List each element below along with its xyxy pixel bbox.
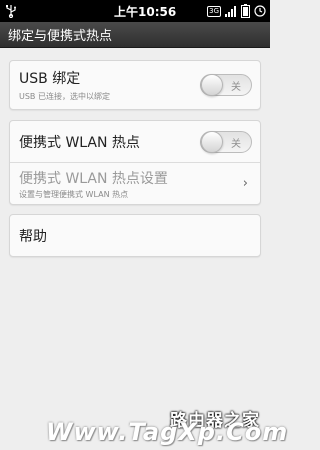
toggle-knob — [201, 130, 223, 153]
wlan-hotspot-settings-row[interactable]: 便携式 WLAN 热点设置 设置与管理便携式 WLAN 热点 › — [10, 162, 260, 204]
wlan-hotspot-toggle[interactable]: 关 — [200, 130, 252, 153]
page-title: 绑定与便携式热点 — [8, 29, 113, 44]
usb-tethering-row[interactable]: USB 绑定 USB 已连接，选中以绑定 关 — [10, 61, 260, 109]
wlan-hotspot-settings-label: 便携式 WLAN 热点设置 — [19, 170, 168, 187]
battery-icon — [241, 4, 250, 18]
toggle-state-label: 关 — [231, 138, 241, 150]
help-card: 帮助 — [9, 214, 261, 257]
status-time: 上午10:56 — [114, 4, 177, 19]
chevron-right-icon: › — [242, 175, 248, 191]
status-icons: 3G — [207, 4, 266, 18]
signal-icon — [225, 5, 236, 17]
status-bar: 上午10:56 3G — [0, 0, 270, 22]
usb-tethering-card: USB 绑定 USB 已连接，选中以绑定 关 — [9, 60, 261, 110]
wlan-hotspot-row[interactable]: 便携式 WLAN 热点 关 — [10, 121, 260, 162]
usb-tethering-toggle[interactable]: 关 — [200, 74, 252, 96]
wlan-hotspot-settings-summary: 设置与管理便携式 WLAN 热点 — [19, 189, 129, 199]
wlan-hotspot-card: 便携式 WLAN 热点 关 便携式 WLAN 热点设置 设置与管理便携式 WLA… — [9, 120, 261, 205]
help-row[interactable]: 帮助 — [10, 215, 260, 256]
page-title-bar: 绑定与便携式热点 — [0, 22, 270, 48]
toggle-state-label: 关 — [231, 82, 241, 93]
toggle-knob — [201, 74, 223, 96]
help-label: 帮助 — [19, 228, 47, 245]
watermark-url: Www.TagXp.Com — [46, 418, 289, 446]
network-type-badge: 3G — [207, 5, 221, 17]
notification-area — [4, 4, 64, 18]
usb-icon — [6, 5, 16, 18]
clock-icon — [254, 5, 266, 17]
